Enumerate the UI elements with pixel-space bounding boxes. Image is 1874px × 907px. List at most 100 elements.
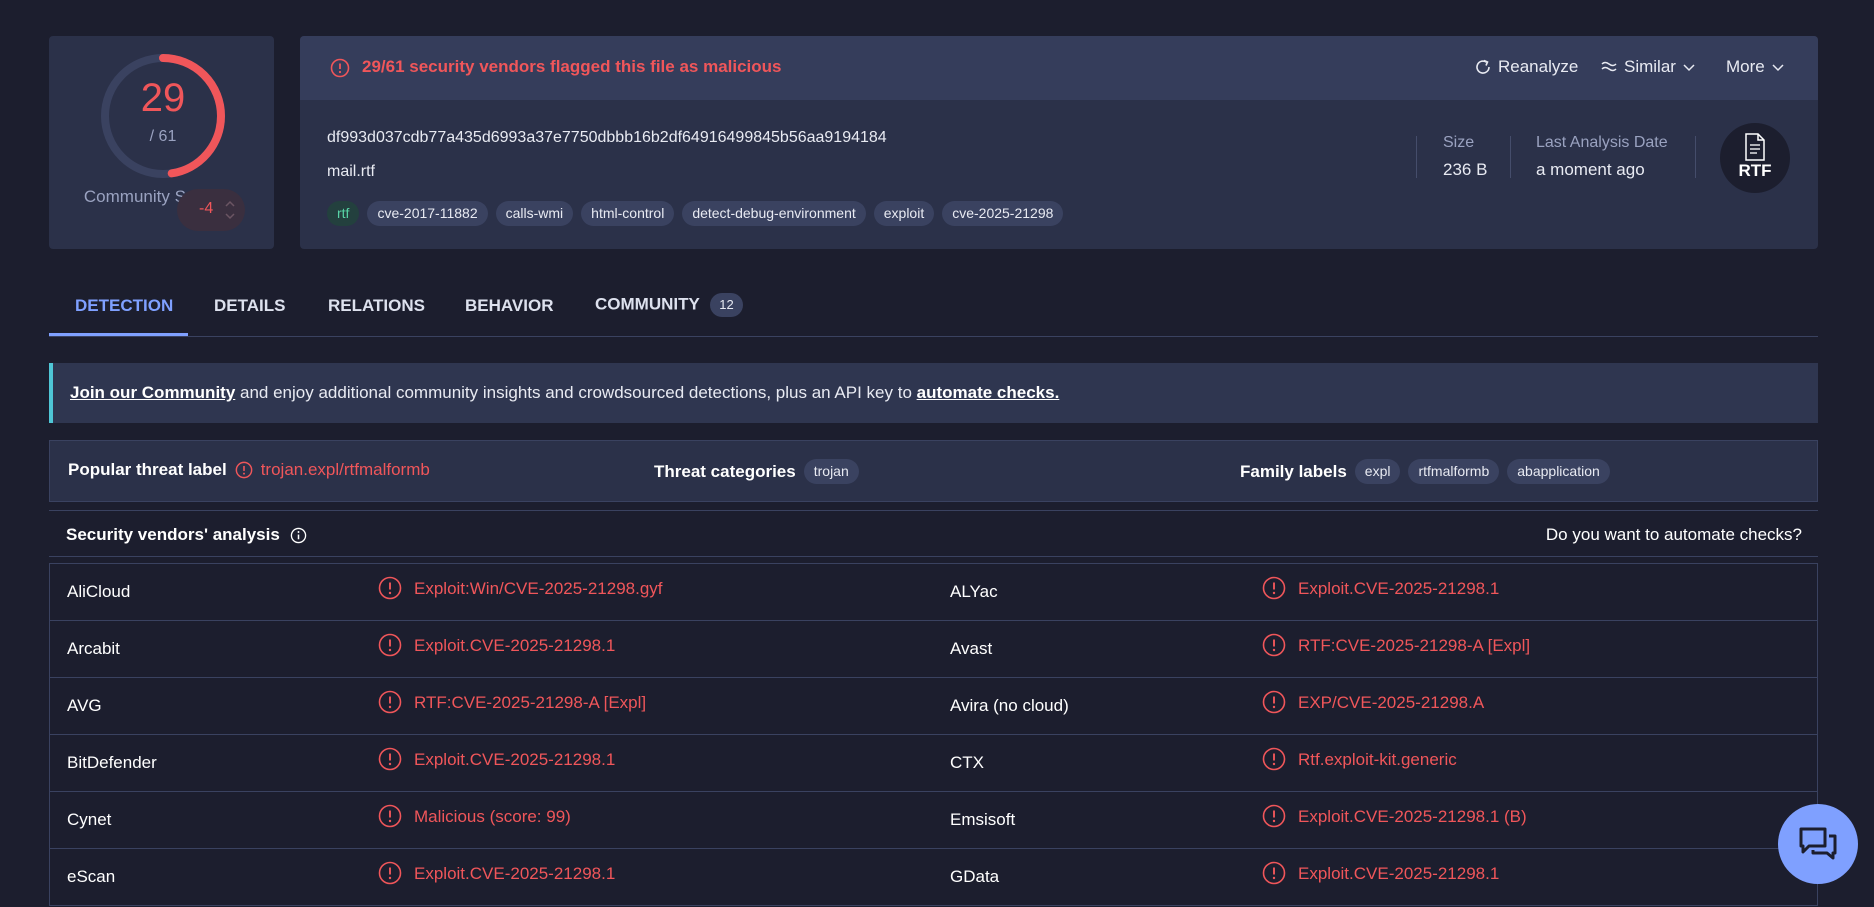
- threat-category-pill[interactable]: trojan: [803, 459, 859, 484]
- vendor-result-label: Exploit.CVE-2025-21298.1: [414, 636, 616, 655]
- vendor-result-label: RTF:CVE-2025-21298-A [Expl]: [414, 693, 647, 712]
- vendor-result-label: Exploit.CVE-2025-21298.1: [1298, 579, 1500, 598]
- detection-total: / 61: [149, 128, 177, 145]
- vendor-result: RTF:CVE-2025-21298-A [Expl]: [378, 690, 647, 714]
- file-tag[interactable]: exploit: [873, 201, 935, 226]
- file-summary-card: 29/61 security vendors flagged this file…: [300, 36, 1818, 249]
- popular-threat-label-group: Popular threat label trojan.expl/rtfmalf…: [68, 460, 430, 480]
- chevron-down-icon: [1683, 64, 1695, 72]
- more-dropdown[interactable]: More: [1726, 57, 1785, 77]
- file-tags: rtf cve-2017-11882 calls-wmi html-control de…: [327, 201, 1064, 226]
- vendor-name: AVG: [67, 696, 102, 715]
- banner-middle-text: and enjoy additional community insights …: [235, 383, 917, 402]
- vendor-result: Exploit:Win/CVE-2025-21298.gyf: [378, 576, 663, 600]
- vendor-name: Emsisoft: [950, 810, 1016, 829]
- vendor-name: CTX: [950, 753, 984, 772]
- popular-threat-label-title: Popular threat label: [68, 460, 227, 479]
- last-analysis-value: a moment ago: [1536, 160, 1645, 179]
- tab-detection[interactable]: DETECTION: [75, 296, 173, 316]
- file-tag[interactable]: detect-debug-environment: [682, 201, 866, 226]
- vendor-result: Exploit.CVE-2025-21298.1: [378, 747, 616, 771]
- vendors-analysis-title: Security vendors' analysis: [66, 525, 307, 545]
- chat-icon: [1799, 827, 1837, 860]
- tab-details[interactable]: DETAILS: [214, 296, 285, 316]
- alert-circle-icon: [330, 58, 350, 78]
- size-label: Size: [1443, 134, 1475, 151]
- community-banner: Join our Community and enjoy additional …: [49, 363, 1818, 423]
- tab-behavior[interactable]: BEHAVIOR: [465, 296, 553, 316]
- tab-bar: DETECTION DETAILS RELATIONS BEHAVIOR COM…: [49, 283, 1818, 337]
- automate-checks-prompt[interactable]: Do you want to automate checks?: [1546, 525, 1802, 545]
- file-name: mail.rtf: [327, 163, 375, 180]
- threat-categories-group: Threat categories trojan: [654, 459, 859, 484]
- meta-divider: [1695, 136, 1696, 178]
- alert-circle-icon: [1262, 633, 1286, 657]
- threat-categories-title: Threat categories: [654, 461, 796, 481]
- file-tag[interactable]: rtf: [327, 201, 360, 226]
- alert-circle-icon: [1262, 861, 1286, 885]
- vendor-result-label: RTF:CVE-2025-21298-A [Expl]: [1298, 636, 1531, 655]
- vendor-result: Exploit.CVE-2025-21298.1: [378, 633, 616, 657]
- family-label-pill[interactable]: expl: [1354, 459, 1401, 484]
- reanalyze-button[interactable]: Reanalyze: [1474, 57, 1578, 77]
- vendor-result-label: Exploit.CVE-2025-21298.1: [414, 864, 616, 883]
- community-count-badge: 12: [710, 293, 743, 317]
- chat-button[interactable]: [1778, 804, 1858, 884]
- vendor-result: Exploit.CVE-2025-21298.1: [1262, 861, 1500, 885]
- family-label-pill[interactable]: rtfmalformb: [1408, 459, 1500, 484]
- community-score-value: -4: [199, 200, 214, 217]
- vendor-name: Cynet: [67, 810, 112, 829]
- size-value: 236 B: [1443, 160, 1488, 179]
- vendor-result: Exploit.CVE-2025-21298.1 (B): [1262, 804, 1527, 828]
- file-hash[interactable]: df993d037cdb77a435d6993a37e7750dbbb16b2d…: [327, 129, 887, 147]
- similar-dropdown[interactable]: Similar: [1600, 57, 1696, 77]
- vendor-result-label: Exploit.CVE-2025-21298.1: [414, 750, 616, 769]
- tab-community[interactable]: COMMUNITY 12: [595, 293, 743, 317]
- join-community-link[interactable]: Join our Community: [70, 383, 235, 402]
- vendor-row: AliCloud Exploit:Win/CVE-2025-21298.gyf AL…: [50, 564, 1817, 621]
- vote-arrows-icon[interactable]: [224, 198, 236, 222]
- refresh-icon: [1476, 59, 1490, 74]
- file-tag[interactable]: cve-2017-11882: [367, 201, 488, 226]
- reanalyze-label: Reanalyze: [1498, 57, 1579, 76]
- alert-circle-icon: [378, 633, 402, 657]
- info-icon[interactable]: [290, 527, 307, 544]
- banner-text: Join our Community and enjoy additional …: [70, 383, 1059, 403]
- file-type-label: RTF: [1738, 161, 1772, 180]
- family-labels-title: Family labels: [1240, 461, 1347, 481]
- tab-relations[interactable]: RELATIONS: [328, 296, 425, 316]
- alert-circle-icon: [378, 690, 402, 714]
- vendor-row: Arcabit Exploit.CVE-2025-21298.1 Avast RTF:…: [50, 621, 1817, 678]
- vendor-result-label: Malicious (score: 99): [414, 807, 571, 826]
- file-tag[interactable]: cve-2025-21298: [942, 201, 1064, 226]
- vendor-row: Cynet Malicious (score: 99) Emsisoft Exploi…: [50, 792, 1817, 849]
- vendor-result: Malicious (score: 99): [378, 804, 571, 828]
- alert-circle-icon: [378, 576, 402, 600]
- alert-circle-icon: [1262, 804, 1286, 828]
- file-tag[interactable]: html-control: [581, 201, 675, 226]
- family-label-pill[interactable]: abapplication: [1507, 459, 1610, 484]
- vendor-name: Avira (no cloud): [950, 696, 1069, 715]
- tab-community-label: COMMUNITY: [595, 294, 700, 314]
- alert-circle-icon: [1262, 690, 1286, 714]
- automate-checks-link[interactable]: automate checks.: [917, 383, 1060, 402]
- vendor-result: EXP/CVE-2025-21298.A: [1262, 690, 1484, 714]
- file-tag[interactable]: calls-wmi: [495, 201, 574, 226]
- community-score-widget[interactable]: -4: [177, 189, 245, 231]
- alert-circle-icon: [1262, 576, 1286, 600]
- detection-score-card: 29 / 61 Community Score -4: [49, 36, 274, 249]
- vendor-row: BitDefender Exploit.CVE-2025-21298.1 CTX Rt…: [50, 735, 1817, 792]
- vendors-analysis-header: Security vendors' analysis Do you want t…: [49, 510, 1818, 557]
- vendor-name: GData: [950, 867, 1000, 886]
- popular-threat-label-value[interactable]: trojan.expl/rtfmalformb: [261, 460, 430, 480]
- active-tab-indicator: [49, 333, 188, 336]
- vendor-row: AVG RTF:CVE-2025-21298-A [Expl] Avira (no …: [50, 678, 1817, 735]
- similar-icon: [1601, 61, 1617, 72]
- vendor-result: Exploit.CVE-2025-21298.1: [1262, 576, 1500, 600]
- vendors-table: AliCloud Exploit:Win/CVE-2025-21298.gyf AL…: [49, 563, 1818, 906]
- vendor-name: BitDefender: [67, 753, 157, 772]
- alert-circle-icon: [378, 747, 402, 771]
- meta-divider: [1510, 136, 1511, 178]
- vendor-result-label: Exploit.CVE-2025-21298.1: [1298, 864, 1500, 883]
- alert-circle-icon: [235, 461, 253, 479]
